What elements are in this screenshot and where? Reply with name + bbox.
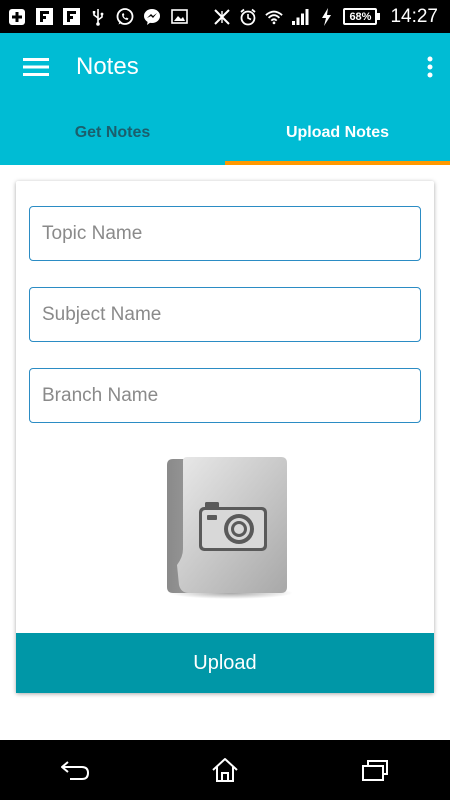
toolbar: Notes: [0, 33, 450, 101]
recents-icon: [362, 760, 388, 781]
battery-percent: 68%: [343, 8, 378, 25]
page-title: Notes: [76, 53, 139, 80]
mute-icon: [213, 8, 231, 26]
back-icon: [61, 761, 90, 780]
back-button[interactable]: [45, 745, 105, 795]
subject-name-input[interactable]: [29, 287, 421, 342]
recents-button[interactable]: [345, 745, 405, 795]
more-vert-icon: [427, 56, 433, 78]
upload-button[interactable]: Upload: [16, 633, 434, 693]
signal-icon: [291, 8, 309, 26]
branch-name-input[interactable]: [29, 368, 421, 423]
tab-get-notes[interactable]: Get Notes: [0, 101, 225, 165]
tab-indicator: [225, 161, 450, 165]
topic-name-input[interactable]: [29, 206, 421, 261]
tab-upload-notes[interactable]: Upload Notes: [225, 101, 450, 165]
menu-button[interactable]: [6, 37, 66, 97]
whatsapp-icon: [116, 7, 134, 26]
wifi-icon: [265, 8, 284, 26]
home-icon: [212, 758, 238, 782]
camera-folder-icon[interactable]: [163, 453, 293, 603]
battery-icon: 68%: [343, 8, 381, 25]
clock: 14:27: [390, 5, 438, 27]
hamburger-menu-icon: [23, 58, 49, 76]
status-bar: 68% 14:27: [0, 0, 450, 33]
alarm-icon: [239, 8, 257, 26]
messenger-icon: [143, 8, 161, 26]
tab-bar: Get Notes Upload Notes: [0, 101, 450, 165]
image-icon: [170, 8, 188, 26]
charging-icon: [317, 7, 335, 26]
flipboard-icon: [35, 8, 53, 26]
home-button[interactable]: [195, 745, 255, 795]
plus-icon: [8, 8, 26, 26]
flipboard-icon: [62, 8, 80, 26]
system-nav-bar: [0, 740, 450, 800]
overflow-menu-button[interactable]: [410, 37, 450, 97]
app-bar: Notes Get Notes Upload Notes: [0, 33, 450, 165]
upload-form-card: Upload: [16, 181, 434, 693]
usb-icon: [89, 8, 107, 26]
